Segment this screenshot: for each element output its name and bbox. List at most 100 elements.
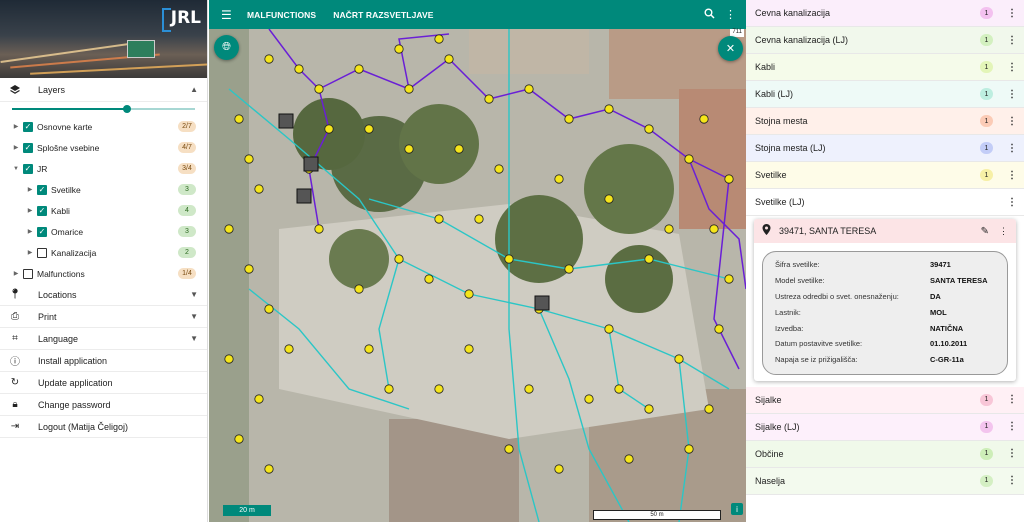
layer-list-item[interactable]: Cevna kanalizacija 1 ⋮	[746, 0, 1024, 27]
layer-tree-item[interactable]: ▼ ✓ JR 3/4	[0, 158, 207, 179]
streetlight-marker[interactable]	[484, 94, 494, 104]
streetlight-marker[interactable]	[244, 264, 254, 274]
streetlight-marker[interactable]	[224, 224, 234, 234]
layer-list-item[interactable]: Stojna mesta (LJ) 1 ⋮	[746, 135, 1024, 162]
menu-item[interactable]: ⎙ Print ▼	[0, 306, 207, 328]
streetlight-marker[interactable]	[464, 289, 474, 299]
streetlight-marker[interactable]	[674, 354, 684, 364]
streetlight-marker[interactable]	[699, 114, 709, 124]
layer-tree-item[interactable]: ▶ ✓ Omarice 3	[0, 221, 207, 242]
layer-list-item[interactable]: Naselja 1 ⋮	[746, 467, 1024, 495]
more-vert-icon[interactable]: ⋮	[1007, 394, 1017, 405]
more-vert-icon[interactable]: ⋮	[1007, 62, 1017, 73]
layer-list-item[interactable]: Stojna mesta 1 ⋮	[746, 108, 1024, 135]
streetlight-marker[interactable]	[224, 354, 234, 364]
measure-button[interactable]: ✕	[718, 36, 743, 61]
layer-checkbox[interactable]: ✓	[23, 121, 33, 132]
tab-malfunctions[interactable]: MALFUNCTIONS	[247, 10, 316, 20]
streetlight-marker[interactable]	[434, 384, 444, 394]
streetlight-marker[interactable]	[564, 114, 574, 124]
streetlight-marker[interactable]	[394, 254, 404, 264]
streetlight-marker[interactable]	[504, 254, 514, 264]
streetlight-marker[interactable]	[474, 214, 484, 224]
more-vert-icon[interactable]: ⋮	[725, 8, 736, 21]
expand-less-icon[interactable]: ▼	[12, 166, 20, 172]
streetlight-marker[interactable]	[364, 124, 374, 134]
layer-list-item[interactable]: Kabli (LJ) 1 ⋮	[746, 81, 1024, 108]
more-vert-icon[interactable]: ⋮	[1007, 8, 1017, 19]
menu-item[interactable]: 🔒︎ Change password	[0, 394, 207, 416]
more-vert-icon[interactable]: ⋮	[1007, 170, 1017, 181]
streetlight-marker[interactable]	[244, 154, 254, 164]
streetlight-marker[interactable]	[724, 174, 734, 184]
layer-checkbox[interactable]: ✓	[23, 142, 33, 153]
streetlight-marker[interactable]	[354, 64, 364, 74]
streetlight-marker[interactable]	[324, 124, 334, 134]
streetlight-marker[interactable]	[394, 44, 404, 54]
layer-checkbox[interactable]: ✓	[37, 226, 47, 237]
expand-more-icon[interactable]: ▶	[26, 249, 34, 256]
more-vert-icon[interactable]: ⋮	[1007, 35, 1017, 46]
streetlight-marker[interactable]	[554, 464, 564, 474]
layer-list-item[interactable]: Sijalke (LJ) 1 ⋮	[746, 413, 1024, 441]
layer-list-item[interactable]: Kabli 1 ⋮	[746, 54, 1024, 81]
menu-item[interactable]: 📍︎ Locations ▼	[0, 284, 207, 306]
more-vert-icon[interactable]: ⋮	[1007, 197, 1017, 208]
layer-tree-item[interactable]: ▶ ✓ Svetilke 3	[0, 179, 207, 200]
cabinet-marker[interactable]	[278, 113, 294, 129]
streetlight-marker[interactable]	[494, 164, 504, 174]
streetlight-marker[interactable]	[424, 274, 434, 284]
streetlight-marker[interactable]	[714, 324, 724, 334]
streetlight-marker[interactable]	[264, 54, 274, 64]
layer-tree-item[interactable]: ▶ ✓ Kabli 4	[0, 200, 207, 221]
menu-item[interactable]: ↻ Update application	[0, 372, 207, 394]
menu-item[interactable]: ⓘ Install application	[0, 350, 207, 372]
opacity-slider[interactable]	[12, 102, 195, 116]
more-vert-icon[interactable]: ⋮	[1007, 475, 1017, 486]
cabinet-marker[interactable]	[296, 188, 312, 204]
map-area[interactable]: ☰ MALFUNCTIONS NAČRT RAZSVETLJAVE ⋮ 711 …	[209, 0, 746, 522]
streetlight-marker[interactable]	[584, 394, 594, 404]
layer-tree-item[interactable]: ▶ Malfunctions 1/4	[0, 263, 207, 284]
streetlight-marker[interactable]	[284, 344, 294, 354]
streetlight-marker[interactable]	[664, 224, 674, 234]
layer-tree-item[interactable]: ▶ ✓ Osnovne karte 2/7	[0, 116, 207, 137]
streetlight-marker[interactable]	[254, 394, 264, 404]
streetlight-marker[interactable]	[404, 144, 414, 154]
layer-checkbox[interactable]	[37, 247, 47, 258]
more-vert-icon[interactable]: ⋮	[1007, 448, 1017, 459]
expand-more-icon[interactable]: ▶	[26, 207, 34, 214]
expand-more-icon[interactable]: ▶	[12, 123, 20, 130]
streetlight-marker[interactable]	[464, 344, 474, 354]
streetlight-marker[interactable]	[604, 104, 614, 114]
streetlight-marker[interactable]	[614, 384, 624, 394]
streetlight-marker[interactable]	[264, 464, 274, 474]
more-vert-icon[interactable]: ⋮	[1007, 421, 1017, 432]
streetlight-marker[interactable]	[314, 224, 324, 234]
streetlight-marker[interactable]	[564, 264, 574, 274]
streetlight-marker[interactable]	[434, 34, 444, 44]
more-vert-icon[interactable]: ⋮	[1007, 89, 1017, 100]
streetlight-marker[interactable]	[724, 274, 734, 284]
streetlight-marker[interactable]	[404, 84, 414, 94]
streetlight-marker[interactable]	[704, 404, 714, 414]
streetlight-marker[interactable]	[434, 214, 444, 224]
streetlight-marker[interactable]	[234, 434, 244, 444]
layer-list-item[interactable]: Svetilke (LJ) ⋮	[746, 189, 1024, 216]
search-icon[interactable]	[704, 8, 715, 22]
globe-button[interactable]: 🌐︎	[214, 35, 239, 60]
tab-nacrt-razsvetljave[interactable]: NAČRT RAZSVETLJAVE	[333, 10, 433, 20]
cabinet-marker[interactable]	[534, 295, 550, 311]
hamburger-icon[interactable]: ☰	[221, 8, 235, 22]
streetlight-marker[interactable]	[254, 184, 264, 194]
streetlight-marker[interactable]	[624, 454, 634, 464]
streetlight-marker[interactable]	[364, 344, 374, 354]
cabinet-marker[interactable]	[303, 156, 319, 172]
layer-checkbox[interactable]: ✓	[37, 184, 47, 195]
expand-more-icon[interactable]: ▶	[26, 228, 34, 235]
layer-checkbox[interactable]: ✓	[37, 205, 47, 216]
streetlight-marker[interactable]	[709, 224, 719, 234]
streetlight-marker[interactable]	[524, 384, 534, 394]
more-vert-icon[interactable]: ⋮	[1007, 116, 1017, 127]
streetlight-marker[interactable]	[644, 124, 654, 134]
